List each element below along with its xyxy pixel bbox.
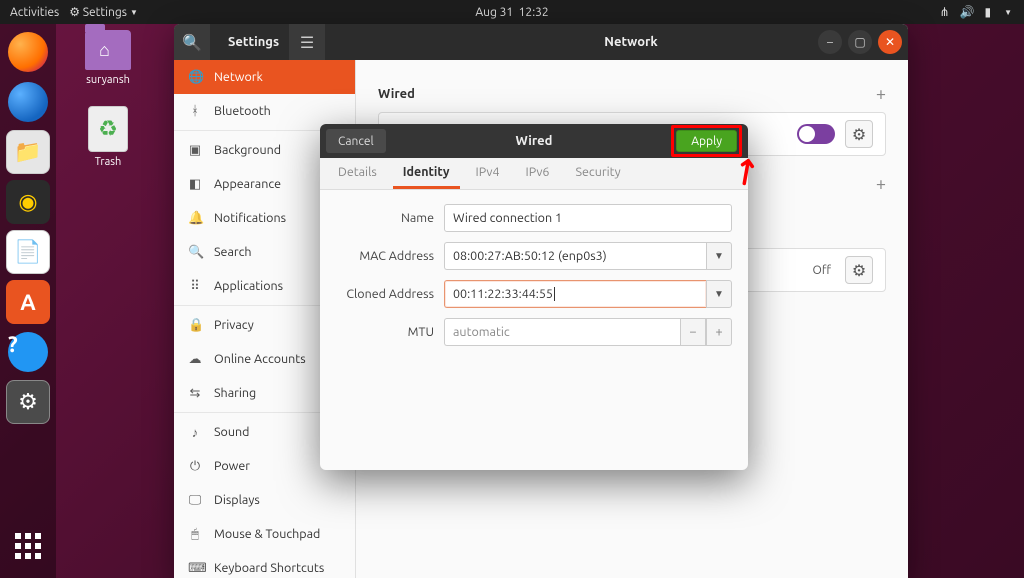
dialog-tabs: Details Identity IPv4 IPv6 Security (320, 158, 748, 190)
network-tray-icon: ⋔ (939, 5, 949, 19)
mtu-input[interactable]: automatic (444, 318, 680, 346)
sidebar-item-network[interactable]: 🌐Network (174, 60, 355, 94)
trash-icon: ♻ (88, 106, 128, 152)
mtu-label: MTU (336, 325, 434, 339)
window-title-center: Network (604, 35, 657, 49)
wired-dialog: Cancel Wired Apply Details Identity IPv4… (320, 124, 748, 470)
mac-dropdown[interactable]: ▼ (706, 242, 732, 270)
desktop-trash[interactable]: ♻ Trash (68, 106, 148, 168)
sidebar-item-keyboard[interactable]: ⌨Keyboard Shortcuts (174, 551, 355, 578)
dialog-titlebar[interactable]: Cancel Wired Apply (320, 124, 748, 158)
settings-titlebar[interactable]: 🔍 Settings ☰ Network – ▢ ✕ (174, 24, 908, 60)
volume-icon: 🔊 (960, 5, 975, 19)
cloud-icon: ☁ (188, 352, 202, 367)
sidebar-item-mouse[interactable]: 🖱Mouse & Touchpad (174, 517, 355, 551)
apps-icon: ⠿ (188, 279, 202, 294)
dock-show-apps[interactable] (6, 524, 50, 568)
search-button[interactable]: 🔍 (174, 24, 210, 60)
desktop-home[interactable]: ⌂ suryansh (68, 30, 148, 86)
hamburger-button[interactable]: ☰ (289, 24, 325, 60)
wired-settings-button[interactable]: ⚙ (845, 120, 873, 148)
dock-help[interactable]: ? (6, 330, 50, 374)
note-icon: ♪ (188, 425, 202, 440)
power-icon: ⏻ (188, 459, 202, 474)
system-tray[interactable]: ⋔ 🔊 ▮ ▼ (939, 5, 1024, 19)
maximize-button[interactable]: ▢ (848, 30, 872, 54)
dock-firefox[interactable] (6, 30, 50, 74)
gnome-topbar: Activities ⚙ Settings▼ Aug 31 12:32 ⋔ 🔊 … (0, 0, 1024, 24)
display-icon: 🖵 (188, 493, 202, 508)
mtu-decrease[interactable]: − (680, 318, 706, 346)
background-icon: ▣ (188, 143, 202, 158)
globe-icon: 🌐 (188, 70, 202, 85)
bell-icon: 🔔 (188, 211, 202, 226)
dock-rhythmbox[interactable]: ◉ (6, 180, 50, 224)
proxy-settings-button[interactable]: ⚙ (845, 256, 873, 284)
cancel-button[interactable]: Cancel (326, 129, 386, 153)
apply-highlight: Apply (671, 125, 742, 157)
desktop-trash-label: Trash (68, 156, 148, 168)
sidebar-item-displays[interactable]: 🖵Displays (174, 483, 355, 517)
appearance-icon: ◧ (188, 177, 202, 192)
home-icon: ⌂ (99, 40, 110, 61)
close-button[interactable]: ✕ (878, 30, 902, 54)
dock-thunderbird[interactable] (6, 80, 50, 124)
share-icon: ⇆ (188, 386, 202, 401)
dock-writer[interactable]: 📄 (6, 230, 50, 274)
dock-files[interactable]: 📁 (6, 130, 50, 174)
cloned-input[interactable]: 00:11:22:33:44:55 (444, 280, 706, 308)
app-menu[interactable]: ⚙ Settings▼ (69, 5, 138, 19)
cloned-dropdown[interactable]: ▼ (706, 280, 732, 308)
lock-icon: 🔒 (188, 318, 202, 333)
clock[interactable]: Aug 31 12:32 (475, 6, 548, 19)
proxy-status: Off (813, 264, 831, 277)
cloned-label: Cloned Address (336, 287, 434, 301)
dialog-title: Wired (516, 134, 553, 148)
battery-icon: ▮ (984, 5, 991, 19)
search-icon: 🔍 (188, 245, 202, 260)
mac-label: MAC Address (336, 249, 434, 263)
window-title-left: Settings (228, 35, 279, 49)
wired-section-title: Wired (378, 87, 415, 101)
apply-button[interactable]: Apply (676, 130, 737, 152)
bluetooth-icon: ᚼ (188, 104, 202, 118)
keyboard-icon: ⌨ (188, 561, 202, 576)
dock-software[interactable] (6, 280, 50, 324)
dock-settings[interactable]: ⚙ (6, 380, 50, 424)
dialog-body: Name Wired connection 1 MAC Address 08:0… (320, 190, 748, 370)
tab-details[interactable]: Details (328, 158, 387, 189)
tab-identity[interactable]: Identity (393, 158, 460, 189)
tab-security[interactable]: Security (565, 158, 630, 189)
mouse-icon: 🖱 (188, 527, 202, 542)
name-input[interactable]: Wired connection 1 (444, 204, 732, 232)
text-cursor (554, 287, 555, 301)
activities[interactable]: Activities (10, 6, 59, 19)
desktop-home-label: suryansh (68, 74, 148, 86)
wired-toggle[interactable] (797, 124, 835, 144)
tab-ipv4[interactable]: IPv4 (466, 158, 510, 189)
add-vpn-button[interactable]: + (876, 174, 886, 194)
mtu-increase[interactable]: + (706, 318, 732, 346)
chevron-down-icon: ▼ (1004, 8, 1012, 17)
tab-ipv6[interactable]: IPv6 (516, 158, 560, 189)
minimize-button[interactable]: – (818, 30, 842, 54)
name-label: Name (336, 211, 434, 225)
add-wired-button[interactable]: + (876, 84, 886, 104)
mac-input[interactable]: 08:00:27:AB:50:12 (enp0s3) (444, 242, 706, 270)
dock: 📁 ◉ 📄 ? ⚙ (0, 24, 56, 578)
sidebar-item-bluetooth[interactable]: ᚼBluetooth (174, 94, 355, 128)
